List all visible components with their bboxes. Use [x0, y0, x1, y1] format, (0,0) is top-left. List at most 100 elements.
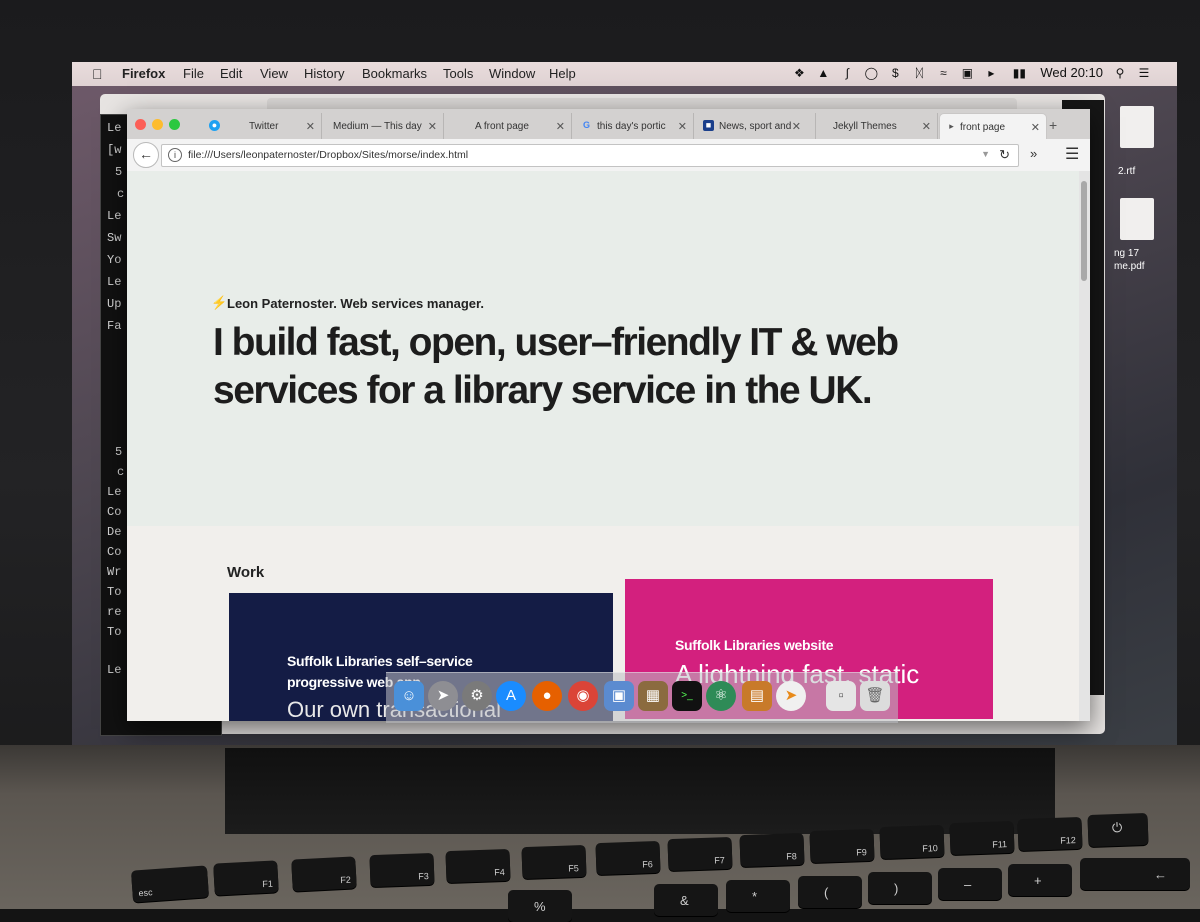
zoom-window-button[interactable] — [169, 119, 180, 130]
tab-front-page-active[interactable]: ▸ front page ✕ — [939, 113, 1047, 140]
firefox-icon[interactable]: ● — [532, 681, 562, 711]
key-f8[interactable]: F8 — [739, 832, 805, 868]
status-icon[interactable]: ∫ — [840, 66, 854, 80]
tab-medium[interactable]: Medium — This day ✕ — [325, 113, 444, 139]
key-f9[interactable]: F9 — [809, 828, 875, 864]
menu-tools[interactable]: Tools — [443, 66, 473, 81]
drive-icon[interactable]: ▲ — [816, 66, 830, 80]
finder-icon[interactable]: ☺ — [394, 681, 424, 711]
key-open-paren[interactable]: ( — [798, 876, 862, 908]
desktop-file-label[interactable]: me.pdf — [1114, 261, 1145, 272]
close-window-button[interactable] — [135, 119, 146, 130]
launchpad-rocket-icon[interactable]: ➤ — [428, 681, 458, 711]
terminal-icon[interactable]: >_ — [672, 681, 702, 711]
trash-icon[interactable]: 🗑 — [860, 681, 890, 711]
url-dropdown-icon[interactable]: ▼ — [981, 149, 990, 159]
tab-twitter[interactable]: ● Twitter ✕ — [203, 113, 322, 139]
app-store-icon[interactable]: A — [496, 681, 526, 711]
airplay-icon[interactable]: ▣ — [960, 66, 974, 80]
menubar-clock[interactable]: Wed 20:10 — [1040, 65, 1103, 80]
close-tab-icon[interactable]: ✕ — [678, 120, 687, 133]
archive-box-icon[interactable]: ▦ — [638, 681, 668, 711]
key-asterisk[interactable]: * — [726, 880, 790, 912]
key-minus[interactable]: – — [938, 868, 1002, 900]
volume-icon[interactable]: ▸ — [984, 66, 998, 80]
menu-edit[interactable]: Edit — [220, 66, 242, 81]
key-label: & — [680, 893, 689, 908]
document-stack-icon[interactable]: ▫ — [826, 681, 856, 711]
menu-history[interactable]: History — [304, 66, 344, 81]
url-bar[interactable]: i file:///Users/leonpaternoster/Dropbox/… — [161, 144, 1019, 167]
key-f12[interactable]: F12 — [1017, 816, 1083, 852]
apple-menu-icon[interactable]:  — [92, 66, 103, 82]
close-tab-icon[interactable]: ✕ — [922, 120, 931, 133]
atom-editor-icon[interactable]: ⚛ — [706, 681, 736, 711]
key-f4[interactable]: F4 — [445, 848, 511, 884]
preview-icon[interactable]: ▣ — [604, 681, 634, 711]
key-f5[interactable]: F5 — [521, 844, 587, 880]
page-scrollbar[interactable] — [1079, 171, 1090, 721]
back-button[interactable]: ← — [133, 142, 159, 168]
key-f6[interactable]: F6 — [595, 840, 661, 876]
dollar-icon[interactable]: $ — [888, 66, 902, 80]
close-tab-icon[interactable]: ✕ — [1031, 121, 1040, 134]
desktop-file-label[interactable]: 2.rtf — [1118, 166, 1135, 177]
toolbar-overflow-icon[interactable]: » — [1030, 146, 1037, 161]
key-percent[interactable]: % — [508, 890, 572, 922]
notes-app-icon[interactable]: ▤ — [742, 681, 772, 711]
key-delete[interactable]: ← — [1080, 858, 1190, 890]
timer-icon[interactable]: ◯ — [864, 66, 878, 80]
dropbox-icon[interactable]: ❖ — [792, 66, 806, 80]
key-f11[interactable]: F11 — [949, 820, 1015, 856]
tab-google-search[interactable]: G this day's portic ✕ — [575, 113, 694, 139]
battery-icon[interactable]: ▮▮ — [1008, 66, 1030, 80]
minimize-window-button[interactable] — [152, 119, 163, 130]
system-preferences-gear-icon[interactable]: ⚙ — [462, 681, 492, 711]
spotlight-search-icon[interactable]: ⚲ — [1113, 66, 1127, 80]
transmit-app-icon[interactable]: ➤ — [776, 681, 806, 711]
key-label: F4 — [494, 867, 505, 878]
bluetooth-icon[interactable]: ᛞ — [912, 66, 926, 80]
url-text[interactable]: file:///Users/leonpaternoster/Dropbox/Si… — [188, 149, 468, 161]
wifi-icon[interactable]: ≈ — [936, 66, 950, 80]
key-ampersand[interactable]: & — [654, 884, 718, 916]
reload-icon[interactable]: ↻ — [999, 147, 1010, 163]
key-plus[interactable]: + — [1008, 864, 1072, 896]
card-title[interactable]: Suffolk Libraries website — [675, 635, 925, 656]
terminal-line: Wr — [107, 565, 122, 579]
key-f1[interactable]: F1 — [213, 860, 279, 896]
desktop-file-icon[interactable] — [1120, 198, 1154, 240]
hamburger-menu-icon[interactable]: ☰ — [1065, 144, 1079, 164]
tab-a-front-page[interactable]: A front page ✕ — [447, 113, 572, 139]
close-tab-icon[interactable]: ✕ — [556, 120, 565, 133]
key-f2[interactable]: F2 — [291, 856, 357, 892]
site-info-icon[interactable]: i — [168, 148, 182, 162]
menu-window[interactable]: Window — [489, 66, 535, 81]
new-tab-button[interactable]: + — [1049, 117, 1057, 133]
tab-label: front page — [960, 122, 1006, 133]
notification-list-icon[interactable]: ☰ — [1137, 66, 1151, 80]
key-close-paren[interactable]: ) — [868, 872, 932, 904]
scrollbar-thumb[interactable] — [1081, 181, 1087, 281]
menu-help[interactable]: Help — [549, 66, 576, 81]
key-f7[interactable]: F7 — [667, 836, 733, 872]
close-tab-icon[interactable]: ✕ — [306, 120, 315, 133]
desktop-file-label[interactable]: ng 17 — [1114, 248, 1139, 259]
menu-file[interactable]: File — [183, 66, 204, 81]
key-f10[interactable]: F10 — [879, 824, 945, 860]
tab-jekyll-themes[interactable]: Jekyll Themes ✕ — [819, 113, 938, 139]
menu-app-name[interactable]: Firefox — [122, 66, 165, 81]
close-tab-icon[interactable]: ✕ — [792, 120, 801, 133]
terminal-line: [w — [107, 143, 122, 157]
key-power[interactable]: ⏻ — [1087, 812, 1149, 848]
menu-view[interactable]: View — [260, 66, 288, 81]
close-tab-icon[interactable]: ✕ — [428, 120, 437, 133]
key-esc[interactable]: esc — [130, 865, 210, 903]
desktop-file-icon[interactable] — [1120, 106, 1154, 148]
menu-bookmarks[interactable]: Bookmarks — [362, 66, 427, 81]
tab-news[interactable]: ■ News, sport and ✕ — [697, 113, 816, 139]
chrome-icon[interactable]: ◉ — [568, 681, 598, 711]
page-headline: I build fast, open, user–friendly IT & w… — [213, 321, 899, 412]
key-f3[interactable]: F3 — [369, 852, 435, 888]
key-label: F5 — [568, 863, 579, 874]
